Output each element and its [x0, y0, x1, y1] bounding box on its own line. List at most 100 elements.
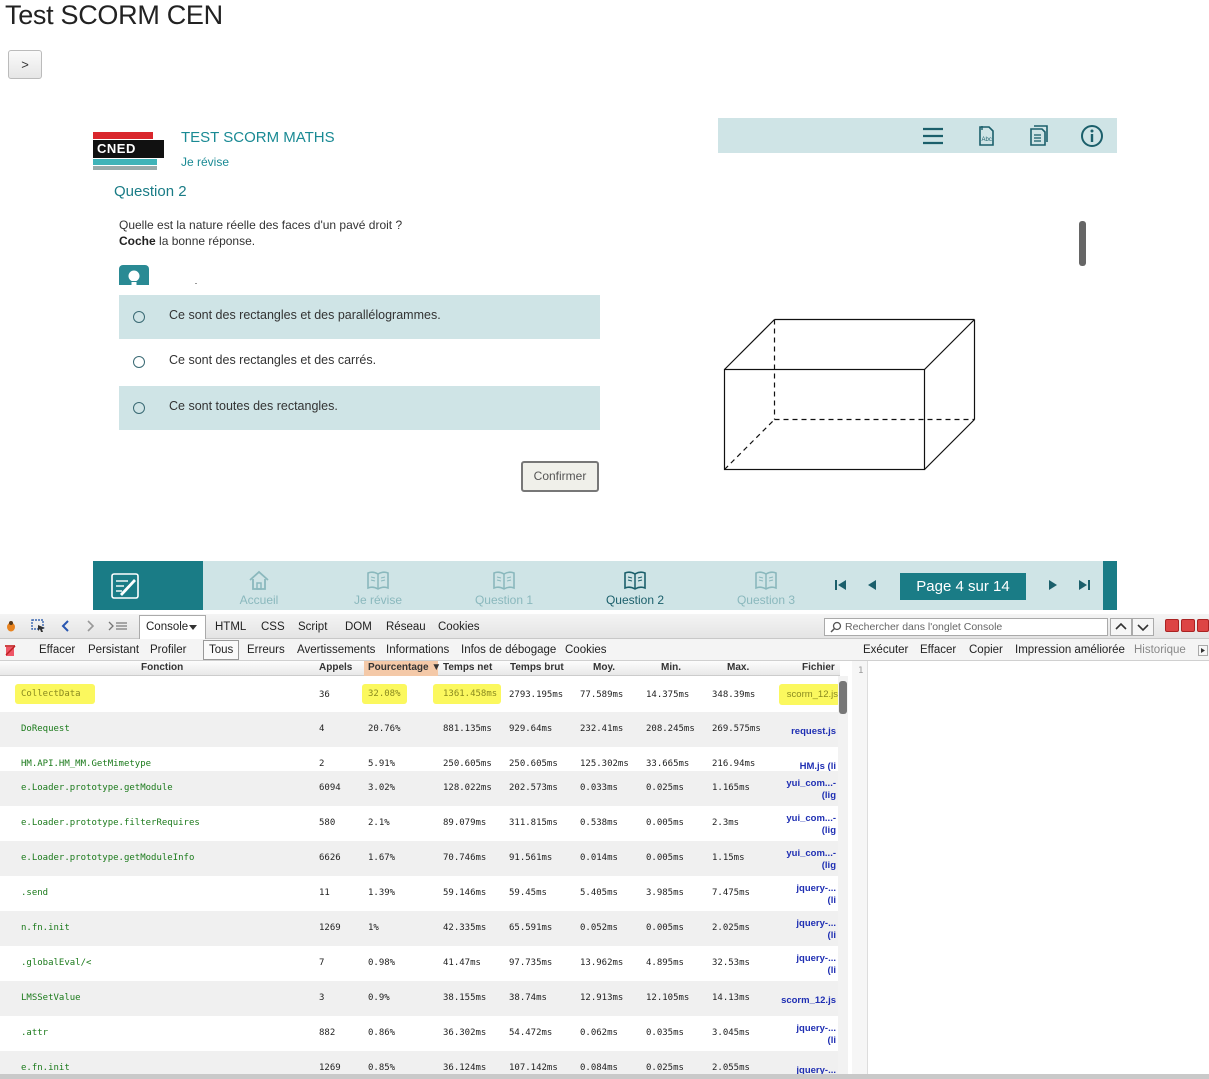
- function-name[interactable]: CollectData: [15, 684, 95, 704]
- confirm-button[interactable]: Confirmer: [521, 461, 599, 492]
- col-calls[interactable]: Appels: [319, 662, 352, 673]
- radio-button[interactable]: [133, 356, 145, 368]
- file-link-suffix[interactable]: (lig: [822, 825, 836, 836]
- file-link-suffix[interactable]: (li: [828, 1035, 836, 1046]
- file-link[interactable]: jquery-...: [796, 918, 836, 929]
- col-avg[interactable]: Moy.: [593, 662, 615, 673]
- file-link[interactable]: yui_com...-: [786, 813, 836, 824]
- filter-warnings-button[interactable]: Avertissements: [297, 644, 375, 656]
- history-dropdown-icon[interactable]: [1198, 645, 1208, 656]
- chevron-down-icon[interactable]: [189, 625, 197, 630]
- table-row[interactable]: e.Loader.prototype.getModule 6094 3.02% 128…: [0, 771, 840, 806]
- function-name[interactable]: .attr: [21, 1028, 48, 1038]
- history-button[interactable]: Historique: [1134, 644, 1186, 656]
- col-own-time[interactable]: Temps net: [443, 662, 492, 673]
- function-name[interactable]: LMSSetValue: [21, 993, 81, 1003]
- file-link-suffix[interactable]: (lig: [822, 790, 836, 801]
- table-row[interactable]: e.Loader.prototype.getModuleInfo 6626 1.67…: [0, 841, 840, 876]
- filter-debug-button[interactable]: Infos de débogage: [461, 644, 556, 656]
- search-next-icon[interactable]: [1132, 618, 1154, 636]
- previous-page-icon[interactable]: [864, 577, 880, 593]
- side-clear-button[interactable]: Effacer: [920, 644, 956, 656]
- function-name[interactable]: e.Loader.prototype.filterRequires: [21, 818, 200, 828]
- run-button[interactable]: Exécuter: [863, 644, 908, 656]
- file-link[interactable]: jquery-...: [796, 1023, 836, 1034]
- glossary-icon[interactable]: Abc: [974, 124, 998, 148]
- file-link[interactable]: yui_com...-: [786, 778, 836, 789]
- col-percent[interactable]: Pourcentage ▼: [368, 662, 441, 673]
- tab-dom[interactable]: DOM: [345, 621, 372, 633]
- function-name[interactable]: e.Loader.prototype.getModule: [21, 783, 173, 793]
- search-previous-icon[interactable]: [1110, 618, 1132, 636]
- content-scrollbar[interactable]: [1079, 221, 1086, 266]
- nav-item-question-3[interactable]: Question 3: [711, 561, 821, 610]
- notes-panel-button[interactable]: [93, 561, 203, 610]
- file-link[interactable]: scorm_12.js: [781, 995, 836, 1006]
- info-icon[interactable]: [1080, 124, 1104, 148]
- filter-info-button[interactable]: Informations: [386, 644, 449, 656]
- table-row[interactable]: e.Loader.prototype.filterRequires 580 2.1%…: [0, 806, 840, 841]
- col-max[interactable]: Max.: [727, 662, 749, 673]
- function-name[interactable]: HM.API.HM_MM.GetMimetype: [21, 759, 151, 769]
- close-icon[interactable]: [1197, 619, 1209, 632]
- notebook-icon[interactable]: [1027, 124, 1051, 148]
- answer-option-2[interactable]: Ce sont des rectangles et des carrés.: [119, 340, 600, 384]
- answer-option-3[interactable]: Ce sont toutes des rectangles.: [119, 386, 600, 430]
- table-row[interactable]: .globalEval/< 7 0.98% 41.47ms 97.735ms 13.962…: [0, 946, 840, 981]
- last-page-icon[interactable]: [1076, 577, 1092, 593]
- file-link-suffix[interactable]: (li: [828, 930, 836, 941]
- function-name[interactable]: DoRequest: [21, 724, 70, 734]
- command-editor[interactable]: [852, 661, 1209, 1079]
- file-link-suffix[interactable]: (li: [828, 895, 836, 906]
- nav-item-question-2[interactable]: Question 2: [580, 561, 690, 610]
- file-link-suffix[interactable]: (lig: [822, 860, 836, 871]
- pretty-print-button[interactable]: Impression améliorée: [1015, 644, 1125, 656]
- clear-console-icon[interactable]: [3, 643, 17, 657]
- function-name[interactable]: .globalEval/<: [21, 958, 91, 968]
- file-link[interactable]: jquery-...: [796, 883, 836, 894]
- table-row[interactable]: HM.API.HM_MM.GetMimetype 2 5.91% 250.605ms 2…: [0, 747, 840, 772]
- filter-cookies-button[interactable]: Cookies: [565, 644, 607, 656]
- file-link-suffix[interactable]: (li: [828, 965, 836, 976]
- minimize-icon[interactable]: [1165, 619, 1179, 632]
- next-page-icon[interactable]: [1045, 577, 1061, 593]
- table-row[interactable]: DoRequest 4 20.76% 881.135ms 929.64ms 232.41m…: [0, 712, 840, 747]
- detach-icon[interactable]: [1181, 619, 1195, 632]
- table-row[interactable]: n.fn.init 1269 1% 42.335ms 65.591ms 0.052ms 0.…: [0, 911, 840, 946]
- tab-css[interactable]: CSS: [261, 621, 285, 633]
- filter-errors-button[interactable]: Erreurs: [247, 644, 285, 656]
- table-row[interactable]: CollectData 36 32.08% 1361.458ms 2793.195ms 7…: [0, 678, 840, 712]
- filter-all-button[interactable]: Tous: [209, 644, 233, 656]
- firebug-bug-icon[interactable]: [4, 620, 18, 632]
- persist-button[interactable]: Persistant: [88, 644, 139, 656]
- function-name[interactable]: e.Loader.prototype.getModuleInfo: [21, 853, 194, 863]
- tab-reseau[interactable]: Réseau: [386, 621, 426, 633]
- radio-button[interactable]: [133, 402, 145, 414]
- nav-item-je-revise[interactable]: Je révise: [323, 561, 433, 610]
- col-time[interactable]: Temps brut: [510, 662, 564, 673]
- nav-item-question-1[interactable]: Question 1: [449, 561, 559, 610]
- command-line-icon[interactable]: [108, 621, 128, 631]
- table-row[interactable]: .attr 882 0.86% 36.302ms 54.472ms 0.062ms 0.03…: [0, 1016, 840, 1051]
- profile-button[interactable]: Profiler: [150, 644, 186, 656]
- copy-button[interactable]: Copier: [969, 644, 1003, 656]
- tab-console[interactable]: Console: [146, 621, 188, 633]
- tab-script[interactable]: Script: [298, 621, 327, 633]
- function-name[interactable]: .send: [21, 888, 48, 898]
- menu-icon[interactable]: [921, 124, 945, 148]
- back-icon[interactable]: [60, 620, 72, 632]
- function-name[interactable]: n.fn.init: [21, 923, 70, 933]
- table-row[interactable]: .send 11 1.39% 59.146ms 59.45ms 5.405ms 3.985m…: [0, 876, 840, 911]
- radio-button[interactable]: [133, 311, 145, 323]
- file-link[interactable]: yui_com...-: [786, 848, 836, 859]
- col-function[interactable]: Fonction: [141, 662, 183, 673]
- profiler-scrollbar-thumb[interactable]: [839, 681, 847, 714]
- first-page-icon[interactable]: [833, 577, 849, 593]
- answer-option-1[interactable]: Ce sont des rectangles et des parallélog…: [119, 295, 600, 339]
- toggle-panel-button[interactable]: >: [8, 50, 42, 79]
- col-file[interactable]: Fichier: [802, 662, 835, 673]
- file-link[interactable]: jquery-...: [796, 953, 836, 964]
- profiler-scrollbar-track[interactable]: [838, 676, 848, 1074]
- table-row[interactable]: LMSSetValue 3 0.9% 38.155ms 38.74ms 12.913ms 1…: [0, 981, 840, 1016]
- file-link[interactable]: scorm_12.js: [778, 684, 840, 705]
